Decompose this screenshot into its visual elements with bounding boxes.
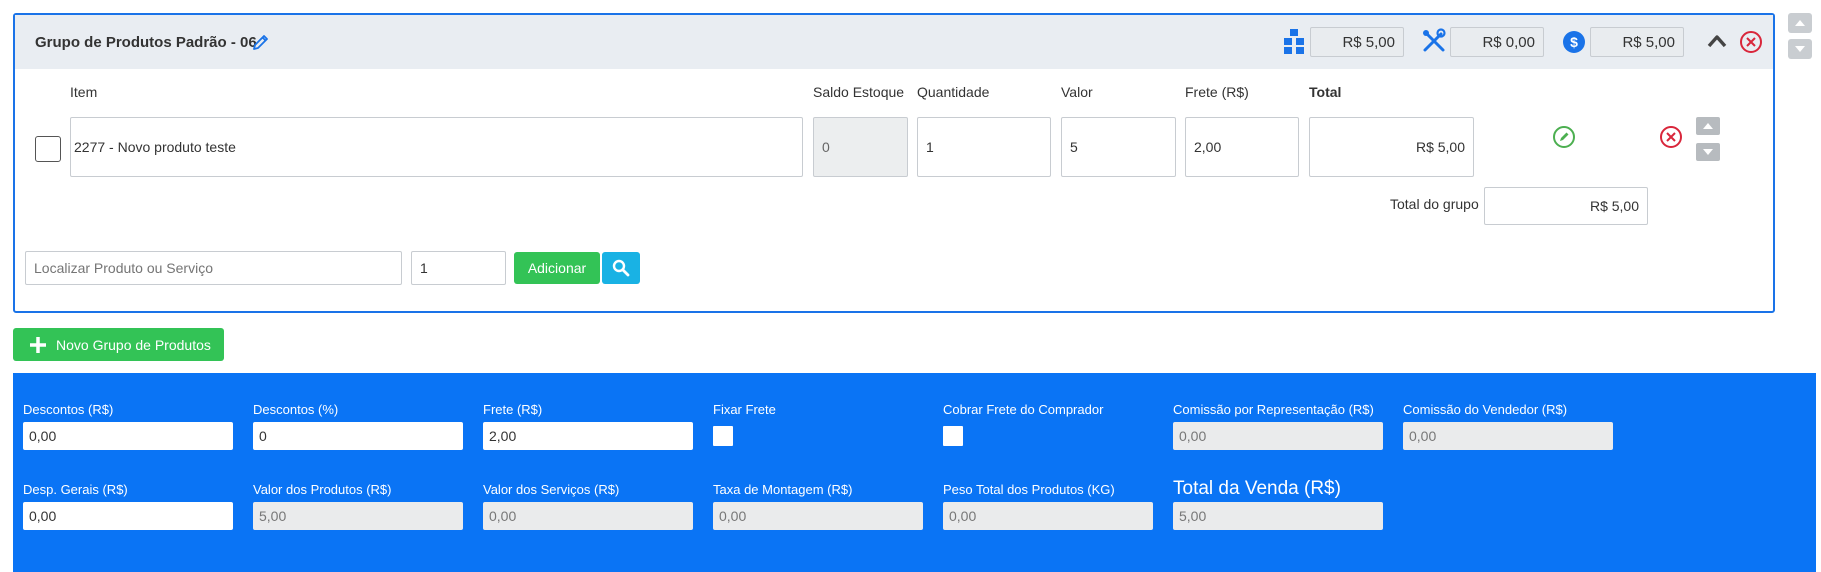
general-expenses-input[interactable]: 0,00 [23, 502, 233, 530]
products-stack-icon [1284, 29, 1304, 54]
scroll-down-button[interactable] [1788, 39, 1812, 59]
representation-commission-label: Comissão por Representação (R$) [1173, 402, 1374, 417]
products-value-field: 5,00 [253, 502, 463, 530]
freight-field[interactable]: 2,00 [1185, 117, 1299, 177]
quantity-field[interactable]: 1 [917, 117, 1051, 177]
total-weight-label: Peso Total dos Produtos (KG) [943, 482, 1115, 497]
col-value: Valor [1061, 84, 1093, 100]
product-search-input[interactable] [25, 251, 402, 285]
assembly-fee-label: Taxa de Montagem (R$) [713, 482, 853, 497]
search-button[interactable] [602, 252, 640, 284]
col-total: Total [1309, 84, 1342, 100]
total-weight-field: 0,00 [943, 502, 1153, 530]
edit-item-icon[interactable] [1552, 125, 1576, 149]
caret-down-icon [1703, 149, 1713, 155]
new-group-label: Novo Grupo de Produtos [56, 336, 211, 353]
charge-freight-buyer-checkbox[interactable] [943, 426, 963, 446]
chevron-up-icon[interactable] [1706, 31, 1728, 51]
close-group-icon[interactable] [1739, 30, 1763, 54]
assembly-fee-field: 0,00 [713, 502, 923, 530]
col-stock: Saldo Estoque [813, 84, 905, 100]
fix-freight-checkbox[interactable] [713, 426, 733, 446]
item-select-checkbox[interactable] [35, 136, 61, 162]
sale-total-field: 5,00 [1173, 502, 1383, 530]
new-product-group-button[interactable]: Novo Grupo de Produtos [13, 328, 224, 361]
col-freight: Frete (R$) [1185, 84, 1249, 100]
services-value-field: 0,00 [483, 502, 693, 530]
add-button[interactable]: Adicionar [514, 252, 600, 284]
stock-field: 0 [813, 117, 908, 177]
seller-commission-label: Comissão do Vendedor (R$) [1403, 402, 1568, 417]
seller-commission-field: 0,00 [1403, 422, 1613, 450]
group-total-label: Total do grupo [1390, 196, 1479, 212]
col-item: Item [70, 84, 98, 100]
scroll-up-button[interactable] [1788, 13, 1812, 33]
dollar-icon: $ [1563, 31, 1585, 53]
remove-item-icon[interactable] [1659, 125, 1683, 149]
group-total-field: R$ 5,00 [1484, 187, 1648, 225]
products-value-label: Valor dos Produtos (R$) [253, 482, 392, 497]
search-quantity-input[interactable]: 1 [411, 251, 506, 285]
value-field[interactable]: 5 [1061, 117, 1176, 177]
caret-down-icon [1795, 46, 1805, 52]
move-item-down-button[interactable] [1696, 143, 1720, 161]
general-expenses-label: Desp. Gerais (R$) [23, 482, 128, 497]
freight-label: Frete (R$) [483, 402, 543, 417]
charge-freight-buyer-label: Cobrar Frete do Comprador [943, 402, 1104, 417]
group-value-field: R$ 5,00 [1590, 27, 1684, 57]
services-total-field: R$ 0,00 [1450, 27, 1544, 57]
move-item-up-button[interactable] [1696, 117, 1720, 135]
caret-up-icon [1795, 20, 1805, 26]
caret-up-icon [1703, 123, 1713, 129]
sale-total-label: Total da Venda (R$) [1173, 478, 1341, 499]
col-quantity: Quantidade [917, 84, 990, 100]
discount-value-input[interactable]: 0,00 [23, 422, 233, 450]
fix-freight-label: Fixar Frete [713, 402, 776, 417]
discount-percent-label: Descontos (%) [253, 402, 339, 417]
tools-icon [1423, 28, 1446, 52]
products-total-field: R$ 5,00 [1310, 27, 1404, 57]
group-title: Grupo de Produtos Padrão - 06 [35, 34, 257, 51]
item-field[interactable]: 2277 - Novo produto teste [70, 117, 803, 177]
representation-commission-field: 0,00 [1173, 422, 1383, 450]
discount-percent-input[interactable]: 0 [253, 422, 463, 450]
pencil-icon[interactable] [251, 32, 271, 52]
services-value-label: Valor dos Serviços (R$) [483, 482, 620, 497]
discount-value-label: Descontos (R$) [23, 402, 114, 417]
freight-input[interactable]: 2,00 [483, 422, 693, 450]
plus-icon [30, 336, 46, 353]
search-icon [612, 259, 630, 277]
total-field: R$ 5,00 [1309, 117, 1474, 177]
